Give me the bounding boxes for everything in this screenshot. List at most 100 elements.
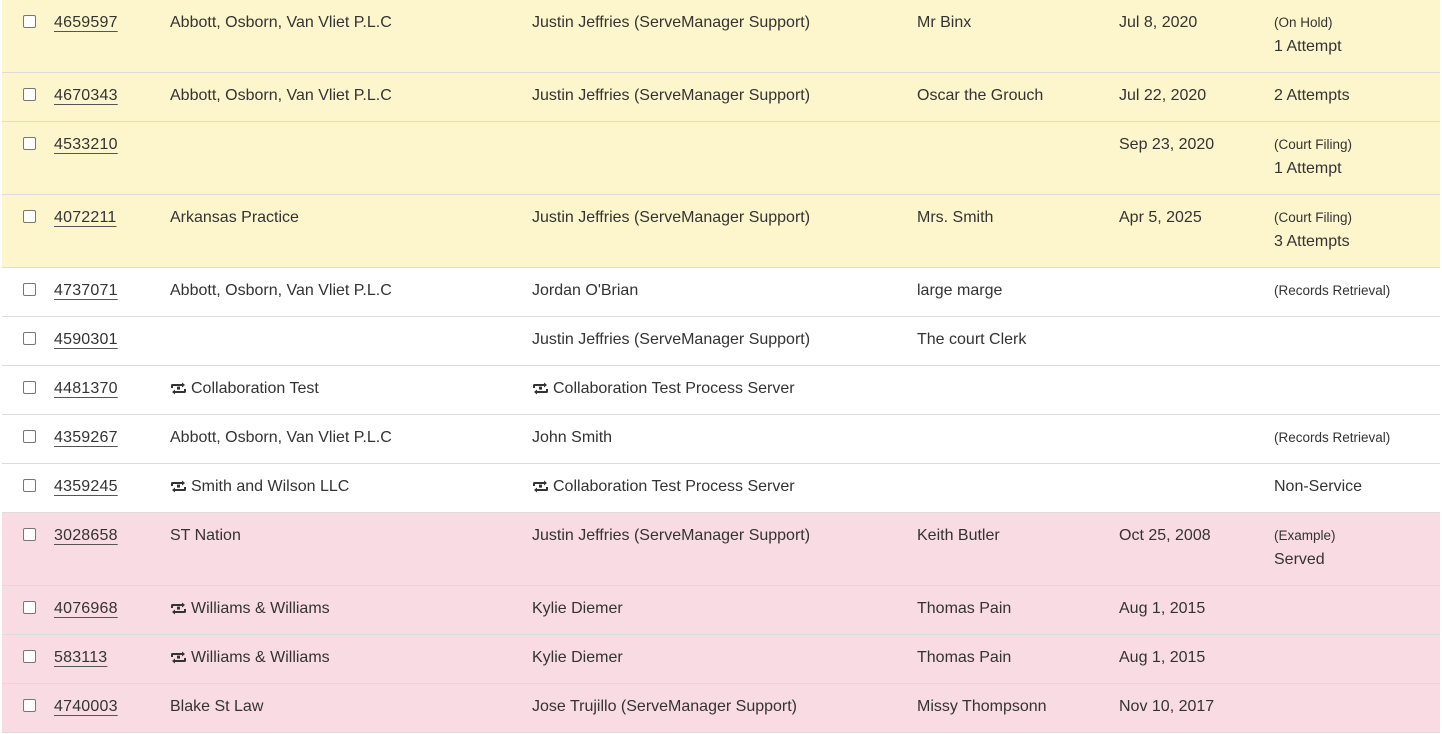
job-id-link[interactable]: 4076968 bbox=[54, 599, 118, 619]
table-row[interactable]: 4590301 Justin Jeffries (ServeManager Sup… bbox=[2, 317, 1440, 366]
process-server-name-text: Collaboration Test Process Server bbox=[553, 380, 795, 397]
client-name: Abbott, Osborn, Van Vliet P.L.C bbox=[170, 282, 392, 299]
job-status: (Court Filing) 1 Attempt bbox=[1274, 135, 1352, 183]
row-select-checkbox[interactable] bbox=[23, 137, 36, 150]
recipient-name: Keith Butler bbox=[917, 527, 1000, 544]
row-select-checkbox[interactable] bbox=[23, 15, 36, 28]
collaboration-icon bbox=[170, 651, 187, 665]
table-row[interactable]: 3028658 ST Nation Justin Jeffries (ServeMa… bbox=[2, 513, 1440, 586]
process-server-name: Justin Jeffries (ServeManager Support) bbox=[532, 331, 811, 348]
recipient-name: The court Clerk bbox=[917, 331, 1027, 348]
row-select-checkbox[interactable] bbox=[23, 650, 36, 663]
job-status: 2 Attempts bbox=[1274, 86, 1350, 106]
process-server-name: Justin Jeffries (ServeManager Support) bbox=[532, 14, 811, 31]
job-status: (Court Filing) 3 Attempts bbox=[1274, 208, 1352, 256]
status-text: 2 Attempts bbox=[1274, 87, 1350, 104]
row-select-checkbox[interactable] bbox=[23, 381, 36, 394]
recipient-name: Oscar the Grouch bbox=[917, 87, 1044, 104]
job-id-link[interactable]: 4533210 bbox=[54, 135, 118, 155]
recipient-name: Mrs. Smith bbox=[917, 209, 994, 226]
due-date: Aug 1, 2015 bbox=[1119, 600, 1206, 617]
process-server-name: Jordan O'Brian bbox=[532, 282, 639, 299]
job-status: Non-Service bbox=[1274, 477, 1362, 497]
status-tag: (Example) bbox=[1274, 528, 1336, 543]
status-tag: (On Hold) bbox=[1274, 15, 1333, 30]
job-id-link[interactable]: 4659597 bbox=[54, 13, 118, 33]
table-row[interactable]: 4737071 Abbott, Osborn, Van Vliet P.L.C Jo… bbox=[2, 268, 1440, 317]
process-server-name: Collaboration Test Process Server bbox=[532, 379, 795, 399]
row-select-checkbox[interactable] bbox=[23, 283, 36, 296]
due-date: Apr 5, 2025 bbox=[1119, 209, 1202, 226]
row-select-checkbox[interactable] bbox=[23, 528, 36, 541]
row-select-checkbox[interactable] bbox=[23, 601, 36, 614]
client-name: Blake St Law bbox=[170, 698, 264, 715]
jobs-table: 4659597 Abbott, Osborn, Van Vliet P.L.C Ju… bbox=[2, 0, 1440, 733]
job-id-link[interactable]: 583113 bbox=[54, 648, 107, 668]
job-id-link[interactable]: 4359267 bbox=[54, 428, 118, 448]
process-server-name: Justin Jeffries (ServeManager Support) bbox=[532, 209, 811, 226]
process-server-name: Justin Jeffries (ServeManager Support) bbox=[532, 87, 811, 104]
status-tag: (Court Filing) bbox=[1274, 210, 1353, 225]
collaboration-icon bbox=[170, 480, 187, 494]
status-text: 3 Attempts bbox=[1274, 233, 1350, 250]
table-row[interactable]: 4533210 Sep 23, 2020 (Court Filing) 1 Attem… bbox=[2, 122, 1440, 195]
table-row[interactable]: 4359245 Smith and Wilson LLC Collaboration… bbox=[2, 464, 1440, 513]
job-id-link[interactable]: 4590301 bbox=[54, 330, 118, 350]
table-row[interactable]: 4481370 Collaboration Test Collaboration T… bbox=[2, 366, 1440, 415]
recipient-name: Mr Binx bbox=[917, 14, 972, 31]
process-server-name: Kylie Diemer bbox=[532, 600, 623, 617]
job-status: (Records Retrieval) bbox=[1274, 428, 1390, 448]
process-server-name: Justin Jeffries (ServeManager Support) bbox=[532, 527, 811, 544]
due-date: Jul 8, 2020 bbox=[1119, 14, 1198, 31]
row-select-checkbox[interactable] bbox=[23, 430, 36, 443]
job-id-link[interactable]: 4072211 bbox=[54, 208, 117, 228]
collaboration-icon bbox=[170, 602, 187, 616]
job-id-link[interactable]: 4359245 bbox=[54, 477, 118, 497]
due-date: Jul 22, 2020 bbox=[1119, 87, 1207, 104]
job-id-link[interactable]: 4737071 bbox=[54, 281, 118, 301]
job-id-link[interactable]: 4740003 bbox=[54, 697, 118, 717]
client-name: ST Nation bbox=[170, 527, 241, 544]
table-row[interactable]: 4670343 Abbott, Osborn, Van Vliet P.L.C Ju… bbox=[2, 73, 1440, 122]
job-id-link[interactable]: 4481370 bbox=[54, 379, 118, 399]
client-name: Arkansas Practice bbox=[170, 209, 299, 226]
status-text: Served bbox=[1274, 551, 1325, 568]
due-date: Oct 25, 2008 bbox=[1119, 527, 1211, 544]
row-select-checkbox[interactable] bbox=[23, 699, 36, 712]
table-row[interactable]: 583113 Williams & Williams Kylie Diemer Tho… bbox=[2, 635, 1440, 684]
process-server-name-text: Collaboration Test Process Server bbox=[553, 478, 795, 495]
client-name: Williams & Williams bbox=[170, 599, 330, 619]
recipient-name: Missy Thompsonn bbox=[917, 698, 1047, 715]
recipient-name: Thomas Pain bbox=[917, 600, 1012, 617]
row-select-checkbox[interactable] bbox=[23, 88, 36, 101]
job-status: (Example) Served bbox=[1274, 526, 1336, 574]
client-name: Collaboration Test bbox=[170, 379, 319, 399]
row-select-checkbox[interactable] bbox=[23, 332, 36, 345]
row-select-checkbox[interactable] bbox=[23, 479, 36, 492]
client-name: Smith and Wilson LLC bbox=[170, 477, 349, 497]
client-name: Abbott, Osborn, Van Vliet P.L.C bbox=[170, 429, 392, 446]
client-name-text: Williams & Williams bbox=[191, 649, 330, 666]
status-tag: (Records Retrieval) bbox=[1274, 430, 1391, 445]
job-id-link[interactable]: 3028658 bbox=[54, 526, 118, 546]
collaboration-icon bbox=[170, 382, 187, 396]
table-row[interactable]: 4072211 Arkansas Practice Justin Jeffries … bbox=[2, 195, 1440, 268]
client-name: Abbott, Osborn, Van Vliet P.L.C bbox=[170, 14, 392, 31]
due-date: Nov 10, 2017 bbox=[1119, 698, 1215, 715]
status-text: Non-Service bbox=[1274, 478, 1363, 495]
due-date: Sep 23, 2020 bbox=[1119, 136, 1215, 153]
table-row[interactable]: 4076968 Williams & Williams Kylie Diemer Th… bbox=[2, 586, 1440, 635]
process-server-name: Jose Trujillo (ServeManager Support) bbox=[532, 698, 798, 715]
table-row[interactable]: 4359267 Abbott, Osborn, Van Vliet P.L.C Jo… bbox=[2, 415, 1440, 464]
process-server-name: Collaboration Test Process Server bbox=[532, 477, 795, 497]
client-name: Williams & Williams bbox=[170, 648, 330, 668]
row-select-checkbox[interactable] bbox=[23, 210, 36, 223]
client-name-text: Smith and Wilson LLC bbox=[191, 478, 350, 495]
table-row[interactable]: 4659597 Abbott, Osborn, Van Vliet P.L.C Ju… bbox=[2, 0, 1440, 73]
job-status: (On Hold) 1 Attempt bbox=[1274, 13, 1342, 61]
status-text: 1 Attempt bbox=[1274, 38, 1342, 55]
table-row[interactable]: 4740003 Blake St Law Jose Trujillo (ServeM… bbox=[2, 684, 1440, 733]
client-name-text: Williams & Williams bbox=[191, 600, 330, 617]
due-date: Aug 1, 2015 bbox=[1119, 649, 1206, 666]
job-id-link[interactable]: 4670343 bbox=[54, 86, 118, 106]
